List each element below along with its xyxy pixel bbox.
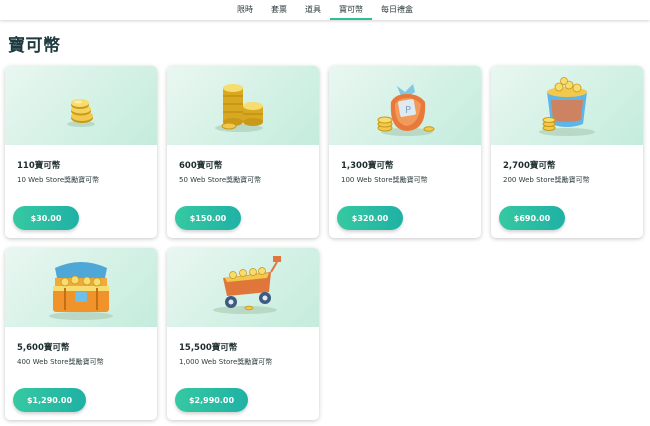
svg-text:P: P [405, 105, 411, 116]
product-grid: 110寶可幣 10 Web Store獎勵寶可幣 $30.00 600寶可幣 5… [5, 66, 647, 426]
card-image-area: P [329, 66, 481, 145]
product-card-15500[interactable]: 15,500寶可幣 1,000 Web Store獎勵寶可幣 $2,990.00 [167, 248, 319, 420]
product-card-600[interactable]: 600寶可幣 50 Web Store獎勵寶可幣 $150.00 [167, 66, 319, 238]
treasure-chest-icon [49, 262, 113, 320]
card-title: 5,600寶可幣 [17, 343, 70, 353]
price-button[interactable]: $1,290.00 [13, 388, 86, 412]
card-subtitle: 200 Web Store獎勵寶可幣 [503, 176, 590, 184]
card-subtitle: 100 Web Store獎勵寶可幣 [341, 176, 428, 184]
coin-bag-icon: P [377, 84, 435, 136]
card-image-area [491, 66, 643, 145]
card-subtitle: 400 Web Store獎勵寶可幣 [17, 358, 104, 366]
card-title: 600寶可幣 [179, 161, 223, 171]
price-button[interactable]: $150.00 [175, 206, 241, 230]
coin-stacks-icon [215, 84, 263, 132]
card-title: 15,500寶可幣 [179, 343, 238, 353]
tab-items[interactable]: 道具 [296, 3, 330, 20]
product-card-110[interactable]: 110寶可幣 10 Web Store獎勵寶可幣 $30.00 [5, 66, 157, 238]
card-subtitle: 50 Web Store獎勵寶可幣 [179, 176, 262, 184]
tab-limited[interactable]: 限時 [228, 3, 262, 20]
small-coin-stack-icon [67, 99, 95, 127]
product-card-2700[interactable]: 2,700寶可幣 200 Web Store獎勵寶可幣 $690.00 [491, 66, 643, 238]
tab-daily-box[interactable]: 每日禮盒 [372, 3, 422, 20]
tab-bundles[interactable]: 套票 [262, 3, 296, 20]
product-card-1300[interactable]: P 1,300寶可幣 100 Web Store獎勵寶可幣 $320.00 [329, 66, 481, 238]
page-title: 寶可幣 [8, 36, 61, 56]
price-button[interactable]: $320.00 [337, 206, 403, 230]
tab-pokecoins[interactable]: 寶可幣 [330, 3, 372, 20]
card-title: 2,700寶可幣 [503, 161, 556, 171]
top-navigation: 限時 套票 道具 寶可幣 每日禮盒 [0, 0, 650, 20]
card-image-area [167, 66, 319, 145]
price-button[interactable]: $30.00 [13, 206, 79, 230]
card-image-area [5, 66, 157, 145]
price-button[interactable]: $690.00 [499, 206, 565, 230]
price-button[interactable]: $2,990.00 [175, 388, 248, 412]
card-title: 1,300寶可幣 [341, 161, 394, 171]
product-card-5600[interactable]: 5,600寶可幣 400 Web Store獎勵寶可幣 $1,290.00 [5, 248, 157, 420]
card-subtitle: 1,000 Web Store獎勵寶可幣 [179, 358, 273, 366]
card-subtitle: 10 Web Store獎勵寶可幣 [17, 176, 100, 184]
card-title: 110寶可幣 [17, 161, 61, 171]
card-image-area [5, 248, 157, 327]
card-image-area [167, 248, 319, 327]
coin-bucket-icon [539, 77, 595, 136]
coin-cart-icon [213, 256, 281, 314]
